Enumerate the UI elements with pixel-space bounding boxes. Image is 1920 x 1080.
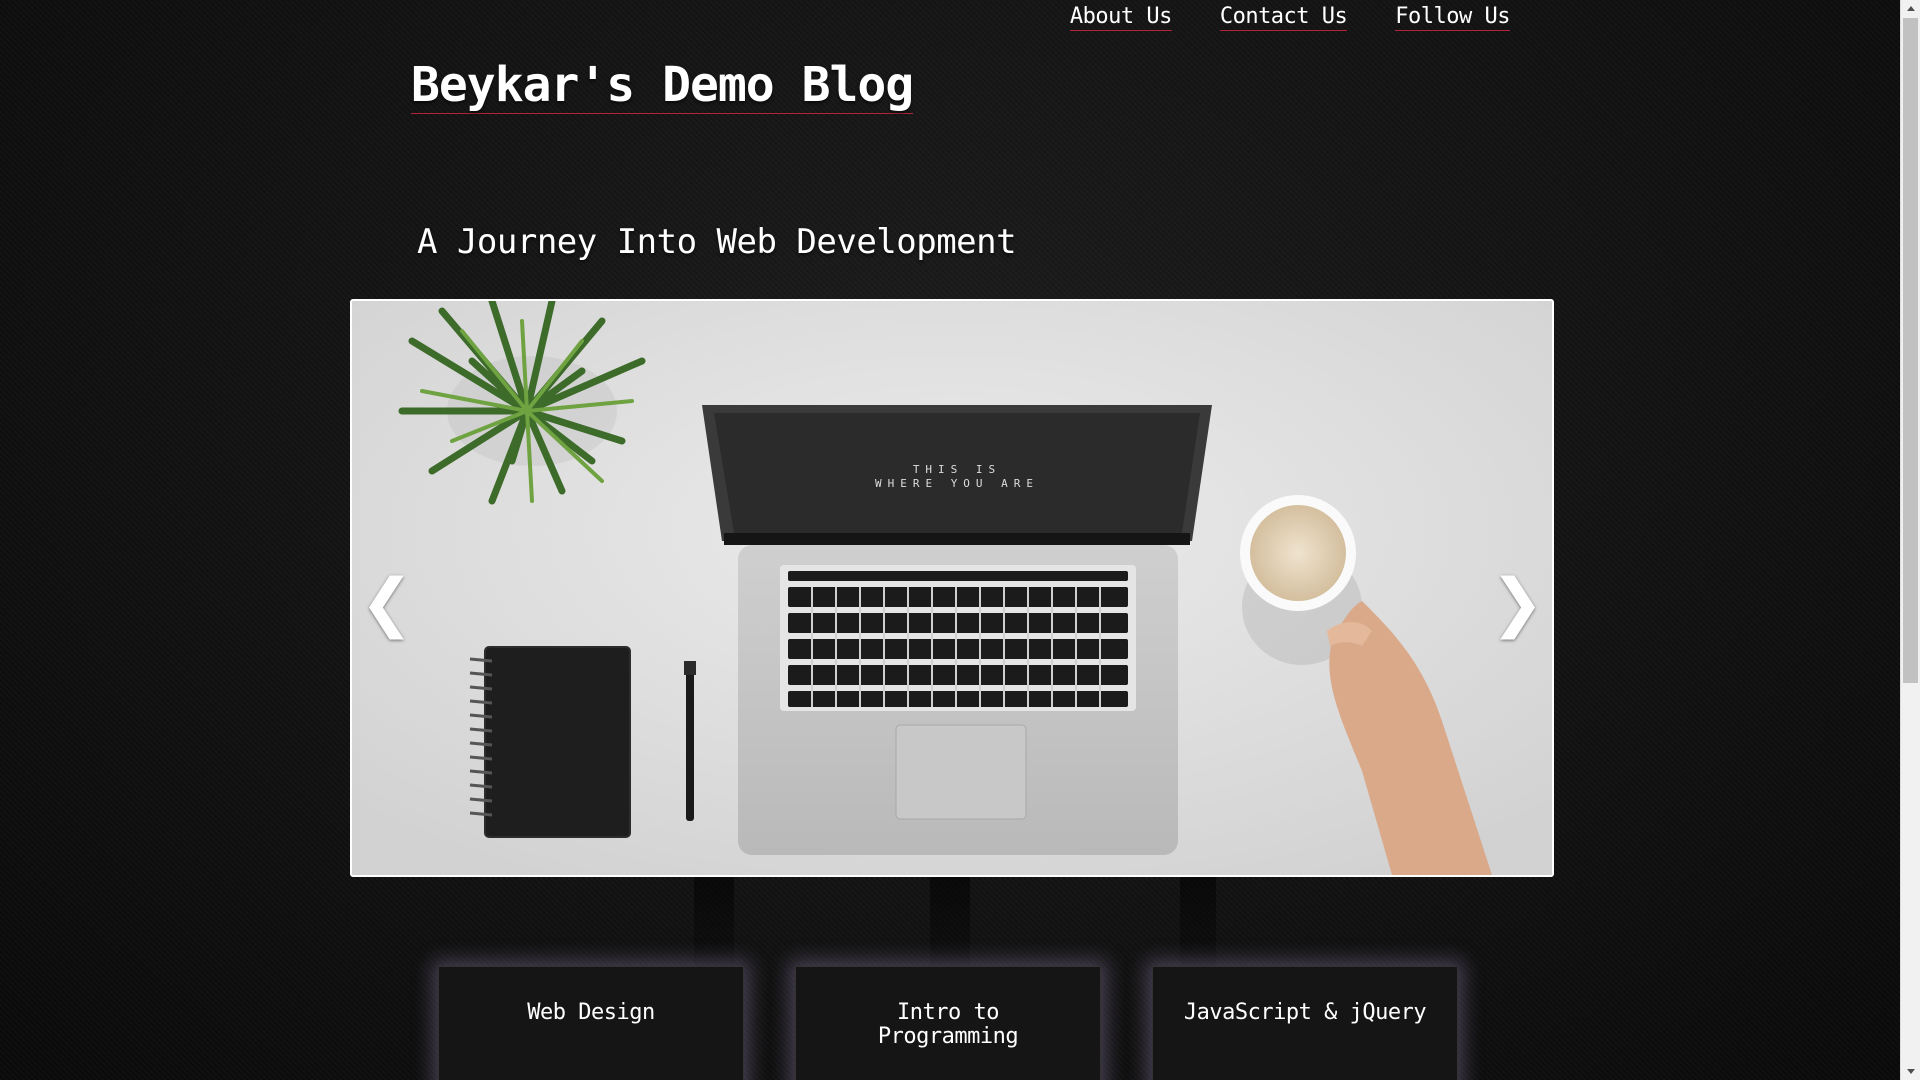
card-title: JavaScript & jQuery	[1183, 1000, 1427, 1025]
nav-link-contact-us[interactable]: Contact Us	[1219, 4, 1348, 31]
laptop-illustration: THIS IS WHERE YOU ARE	[702, 405, 1212, 855]
hero-image: THIS IS WHERE YOU ARE	[352, 301, 1552, 875]
nav-link-follow-us[interactable]: Follow Us	[1395, 4, 1510, 31]
svg-text:WHERE YOU ARE: WHERE YOU ARE	[875, 477, 1039, 490]
svg-text:THIS IS: THIS IS	[913, 463, 1001, 476]
nav-link-about-us[interactable]: About Us	[1069, 4, 1172, 31]
carousel-prev-arrow[interactable]: ❮	[360, 571, 414, 635]
background-shape-left	[694, 877, 734, 972]
top-nav: About Us Contact Us Follow Us	[1069, 4, 1510, 31]
notebook-illustration	[469, 646, 631, 838]
site-tagline: A Journey Into Web Development	[417, 222, 1017, 262]
background-shape-center	[930, 877, 970, 972]
chevron-down-icon	[1906, 1069, 1915, 1074]
card-title: Intro to Programming	[877, 1000, 1019, 1050]
background-shape-right	[1180, 877, 1216, 972]
site-title[interactable]: Beykar's Demo Blog	[411, 57, 914, 115]
category-card-intro-to-programming[interactable]: Intro to Programming	[795, 966, 1101, 1080]
category-card-web-design[interactable]: Web Design	[438, 966, 744, 1080]
category-card-javascript-jquery[interactable]: JavaScript & jQuery	[1152, 966, 1458, 1080]
carousel-next-arrow[interactable]: ❯	[1490, 571, 1544, 635]
page: About Us Contact Us Follow Us Beykar's D…	[0, 0, 1900, 1080]
chevron-up-icon	[1906, 6, 1915, 11]
scrollbar-thumb[interactable]	[1903, 18, 1918, 683]
card-title: Web Design	[527, 1000, 655, 1025]
scroll-down-button[interactable]	[1901, 1063, 1920, 1080]
scroll-up-button[interactable]	[1901, 0, 1920, 17]
hero-carousel[interactable]: THIS IS WHERE YOU ARE ❮ ❯	[350, 299, 1554, 877]
vertical-scrollbar[interactable]	[1900, 0, 1920, 1080]
